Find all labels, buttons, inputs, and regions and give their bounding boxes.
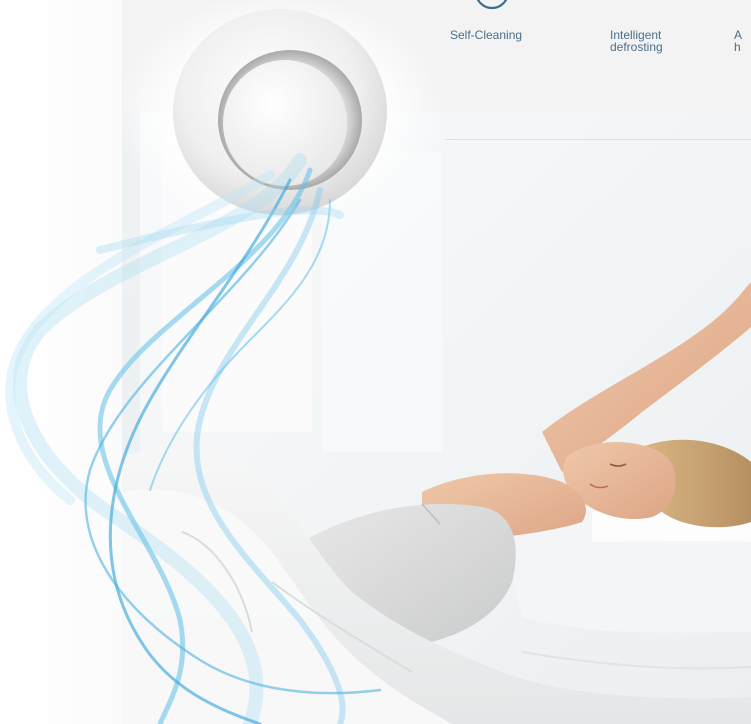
- left-margin: [0, 0, 122, 724]
- product-hero: Self-Cleaning Intelligent defrosting A h: [0, 0, 751, 724]
- feature-intelligent-defrosting: Intelligent defrosting: [610, 28, 663, 54]
- feature-truncated: A h: [734, 28, 743, 54]
- self-cleaning-icon: [476, 0, 508, 10]
- ceiling-diffuser-image: [115, 0, 445, 230]
- section-divider: [445, 139, 751, 140]
- feature-self-cleaning: Self-Cleaning: [450, 28, 523, 42]
